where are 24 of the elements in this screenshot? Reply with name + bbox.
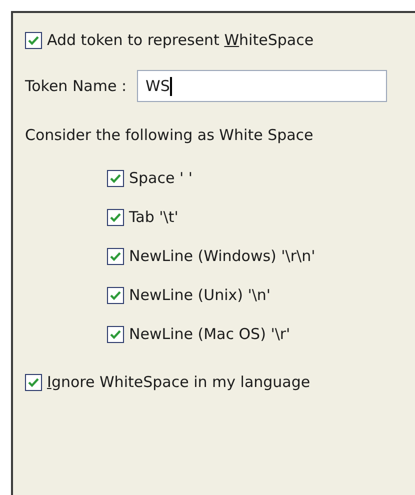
checkbox-label: NewLine (Unix) '\n' xyxy=(129,285,271,306)
checkmark-icon xyxy=(28,36,39,44)
checkmark-icon xyxy=(110,213,121,222)
checkmark-icon xyxy=(28,378,39,387)
checkbox[interactable] xyxy=(107,326,124,343)
checkmark-icon xyxy=(110,174,121,183)
checkbox-label: Tab '\t' xyxy=(129,207,178,228)
checkbox[interactable] xyxy=(25,32,42,48)
checkbox-label: NewLine (Windows) '\r\n' xyxy=(129,246,316,268)
checkbox[interactable] xyxy=(107,287,124,304)
section-label: Consider the following as White Space xyxy=(25,125,314,146)
checkbox[interactable] xyxy=(107,170,124,187)
checkbox[interactable] xyxy=(107,248,124,265)
checkbox-label: Space ' ' xyxy=(129,168,192,190)
checkbox-label: Ignore WhiteSpace in my language xyxy=(47,372,310,394)
token-name-label: Token Name : xyxy=(25,76,127,97)
checkmark-icon xyxy=(110,291,121,300)
checkmark-icon xyxy=(110,330,121,339)
checkbox[interactable] xyxy=(107,209,124,226)
token-name-field[interactable]: WS xyxy=(136,70,387,102)
checkmark-icon xyxy=(110,252,121,261)
checkbox-label: Add token to represent WhiteSpace xyxy=(47,30,314,51)
checkbox[interactable] xyxy=(25,374,42,391)
checkbox-label: NewLine (Mac OS) '\r' xyxy=(129,324,290,346)
